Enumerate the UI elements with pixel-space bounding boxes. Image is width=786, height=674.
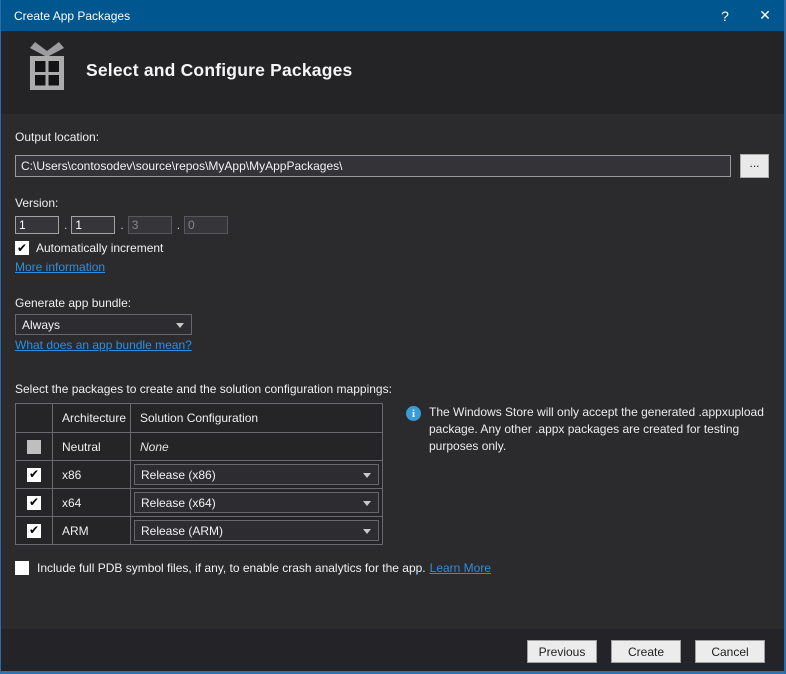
version-field-3	[127, 216, 172, 234]
architecture-cell: ARM	[52, 516, 131, 545]
window-title: Create App Packages	[14, 8, 131, 23]
previous-button[interactable]: Previous	[527, 640, 597, 663]
configuration-selected-value: Release (ARM)	[141, 523, 224, 538]
info-icon	[406, 406, 421, 421]
configuration-cell: Release (x64)	[130, 488, 383, 517]
package-checkbox-x86[interactable]	[27, 467, 41, 482]
app-bundle-selected-value: Always	[22, 317, 61, 332]
close-button[interactable]: ✕	[744, 0, 784, 31]
app-bundle-dropdown[interactable]: Always	[15, 314, 192, 335]
gift-package-icon	[23, 39, 71, 96]
dialog-footer: Previous Create Cancel	[1, 629, 784, 671]
learn-more-link[interactable]: Learn More	[430, 561, 491, 575]
column-header-select	[15, 403, 53, 433]
version-separator: .	[176, 218, 181, 232]
version-fields: ...	[15, 216, 229, 234]
create-button[interactable]: Create	[611, 640, 681, 663]
version-label: Version:	[15, 196, 59, 210]
packages-table-label: Select the packages to create and the so…	[15, 382, 392, 396]
configuration-cell: Release (ARM)	[130, 516, 383, 545]
configuration-dropdown-arm[interactable]: Release (ARM)	[134, 520, 379, 541]
create-app-packages-dialog: Create App Packages ? ✕ Select and Confi…	[0, 0, 786, 674]
generate-app-bundle-label: Generate app bundle:	[15, 296, 132, 310]
output-location-input[interactable]	[15, 155, 731, 177]
configuration-cell: None	[130, 432, 383, 461]
architecture-cell: x86	[52, 460, 131, 489]
wizard-header: Select and Configure Packages	[1, 31, 784, 114]
chevron-down-icon	[363, 473, 371, 478]
version-field-1[interactable]	[15, 216, 59, 234]
output-location-label: Output location:	[15, 130, 100, 144]
page-title: Select and Configure Packages	[86, 60, 353, 80]
info-note-text: The Windows Store will only accept the g…	[429, 405, 764, 454]
table-row-x64: x64 Release (x64)	[15, 488, 383, 517]
app-bundle-help-link[interactable]: What does an app bundle mean?	[15, 338, 192, 352]
architecture-cell: Neutral	[52, 432, 131, 461]
table-row-x86: x86 Release (x86)	[15, 460, 383, 489]
packages-table: Architecture Solution Configuration Neut…	[15, 403, 383, 545]
table-row-neutral: Neutral None	[15, 432, 383, 461]
package-checkbox-neutral	[27, 439, 41, 454]
column-header-architecture: Architecture	[52, 403, 131, 433]
browse-button[interactable]: ...	[740, 154, 769, 178]
version-field-2[interactable]	[71, 216, 116, 234]
configuration-selected-value: Release (x86)	[141, 467, 216, 482]
version-field-4	[184, 216, 229, 234]
column-header-solution-configuration: Solution Configuration	[130, 403, 383, 433]
pdb-symbols-checkbox[interactable]	[15, 561, 29, 575]
pdb-row: Include full PDB symbol files, if any, t…	[15, 561, 491, 575]
configuration-selected-value: Release (x64)	[141, 495, 216, 510]
chevron-down-icon	[176, 323, 184, 328]
auto-increment-checkbox[interactable]	[15, 241, 29, 255]
chevron-down-icon	[363, 529, 371, 534]
version-separator: .	[64, 218, 68, 232]
auto-increment-label: Automatically increment	[36, 241, 164, 255]
more-information-link[interactable]: More information	[15, 260, 105, 274]
package-checkbox-x64[interactable]	[27, 495, 41, 510]
pdb-symbols-label: Include full PDB symbol files, if any, t…	[37, 561, 426, 575]
info-note: The Windows Store will only accept the g…	[406, 404, 774, 455]
table-row-arm: ARM Release (ARM)	[15, 516, 383, 545]
configuration-dropdown-x64[interactable]: Release (x64)	[134, 492, 379, 513]
version-separator: .	[120, 218, 124, 232]
configuration-none-value: None	[140, 439, 169, 454]
chevron-down-icon	[363, 501, 371, 506]
packages-table-header-row: Architecture Solution Configuration	[15, 403, 383, 433]
help-button[interactable]: ?	[706, 0, 744, 31]
window-controls: ? ✕	[706, 0, 784, 31]
dialog-content: Output location: ... Version: ... Automa…	[1, 114, 784, 626]
cancel-button[interactable]: Cancel	[695, 640, 765, 663]
configuration-dropdown-x86[interactable]: Release (x86)	[134, 464, 379, 485]
package-checkbox-arm[interactable]	[27, 523, 41, 538]
title-bar: Create App Packages ? ✕	[1, 0, 784, 31]
architecture-cell: x64	[52, 488, 131, 517]
configuration-cell: Release (x86)	[130, 460, 383, 489]
auto-increment-row: Automatically increment	[15, 241, 163, 255]
